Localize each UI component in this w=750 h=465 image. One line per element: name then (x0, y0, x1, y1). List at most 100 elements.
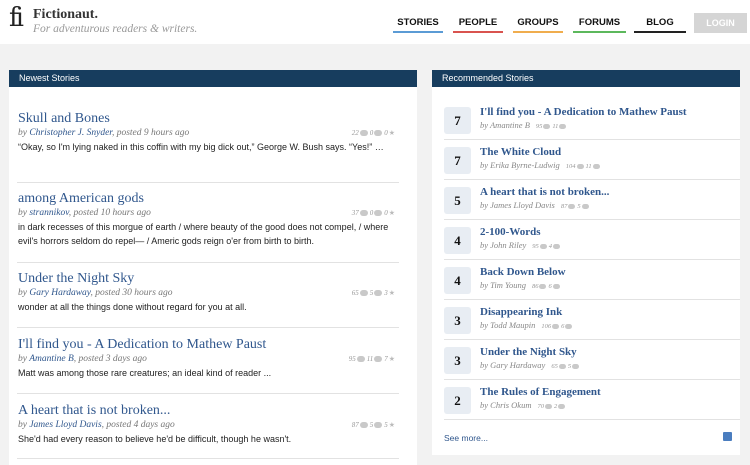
recommended-title[interactable]: 2-100-Words (480, 226, 541, 238)
reads-icon (539, 284, 547, 290)
nav-groups[interactable]: GROUPS (513, 17, 563, 33)
story-byline: by James Lloyd Davis, posted 4 days ago (18, 420, 175, 430)
story-stats: 95 11 7★ (348, 355, 395, 363)
story-item: Under the Night Sky by Gary Hardaway, po… (18, 271, 398, 314)
comments-icon (553, 244, 561, 250)
story-author-link[interactable]: strannikov (29, 208, 68, 218)
reads-icon (576, 164, 584, 170)
comments-icon (374, 290, 383, 297)
story-item: I'll find you - A Dedication to Mathew P… (18, 337, 398, 380)
reads-icon (359, 130, 368, 137)
reads-icon (543, 124, 551, 130)
recommended-divider (444, 179, 740, 180)
story-stats: 65 5 3★ (351, 289, 395, 297)
rank-badge: 7 (444, 147, 471, 174)
story-byline: by Gary Hardaway, posted 30 hours ago (18, 288, 173, 298)
rank-badge: 2 (444, 387, 471, 414)
story-title[interactable]: Skull and Bones (18, 111, 398, 127)
recommended-divider (444, 419, 740, 420)
reads-icon (544, 404, 552, 410)
recommended-divider (444, 139, 740, 140)
recommended-divider (444, 259, 740, 260)
story-item: among American gods by strannikov, poste… (18, 191, 398, 248)
reads-icon (552, 324, 560, 330)
recommended-panel: Recommended Stories 7 I'll find you - A … (432, 70, 740, 455)
nav-people[interactable]: PEOPLE (453, 17, 503, 33)
recommended-divider (444, 379, 740, 380)
rank-badge: 7 (444, 107, 471, 134)
site-name[interactable]: Fictionaut. (33, 7, 98, 23)
recommended-item: 4 Back Down Below by Tim Young 86 6 (444, 264, 740, 297)
login-button[interactable]: LOGIN (694, 13, 747, 33)
recommended-byline: by Amantine B 95 11 (480, 120, 568, 130)
comments-icon (572, 364, 580, 370)
story-divider (17, 262, 399, 263)
story-byline: by strannikov, posted 10 hours ago (18, 208, 151, 218)
comments-icon (374, 130, 383, 137)
reads-icon (539, 244, 547, 250)
story-stats: 87 5 5★ (351, 421, 395, 429)
story-excerpt: in dark recesses of this morgue of earth… (18, 222, 389, 246)
star-icon: ★ (388, 289, 395, 297)
nav-forums[interactable]: FORUMS (573, 17, 626, 33)
comments-icon (374, 210, 383, 217)
recommended-heading: Recommended Stories (432, 70, 740, 87)
recommended-byline: by Gary Hardaway 65 5 (480, 360, 581, 370)
star-icon: ★ (388, 421, 395, 429)
story-byline: by Amantine B, posted 3 days ago (18, 354, 147, 364)
recommended-title[interactable]: The White Cloud (480, 146, 561, 158)
story-excerpt: Matt was among those rare creatures; an … (18, 368, 272, 378)
reads-icon (558, 364, 566, 370)
story-divider (17, 393, 399, 394)
story-stats: 22 0 0★ (351, 129, 395, 137)
story-divider (17, 458, 399, 459)
recommended-divider (444, 219, 740, 220)
story-author-link[interactable]: Gary Hardaway (29, 288, 90, 298)
comments-icon (565, 324, 573, 330)
story-excerpt: She'd had every reason to believe he'd b… (18, 434, 292, 444)
story-excerpt: “Okay, so I'm lying naked in this coffin… (18, 142, 384, 152)
recommended-title[interactable]: Disappearing Ink (480, 306, 562, 318)
recommended-divider (444, 339, 740, 340)
recommended-item: 2 The Rules of Engagement by Chris Okum 7… (444, 384, 740, 417)
see-more-link[interactable]: See more... (444, 433, 488, 443)
recommended-item: 7 The White Cloud by Erika Byrne-Ludwig 1… (444, 144, 740, 177)
rank-badge: 4 (444, 267, 471, 294)
nav-stories[interactable]: STORIES (393, 17, 443, 33)
recommended-byline: by Todd Maupin 106 6 (480, 320, 574, 330)
story-author-link[interactable]: James Lloyd Davis (29, 420, 101, 430)
reads-icon (356, 356, 365, 363)
story-item: Skull and Bones by Christopher J. Snyder… (18, 111, 398, 154)
recommended-title[interactable]: Under the Night Sky (480, 346, 577, 358)
recommended-title[interactable]: A heart that is not broken... (480, 186, 609, 198)
newest-stories-panel: Newest Stories Skull and Bones by Christ… (9, 70, 417, 465)
story-excerpt: wonder at all the things done without re… (18, 302, 247, 312)
story-title[interactable]: I'll find you - A Dedication to Mathew P… (18, 337, 398, 353)
star-icon: ★ (388, 129, 395, 137)
site-logo[interactable]: fi (9, 3, 24, 33)
recommended-title[interactable]: The Rules of Engagement (480, 386, 601, 398)
comments-icon (552, 284, 560, 290)
recommended-title[interactable]: I'll find you - A Dedication to Mathew P… (480, 106, 687, 118)
story-author-link[interactable]: Christopher J. Snyder (29, 128, 112, 138)
story-divider (17, 327, 399, 328)
recommended-item: 4 2-100-Words by John Riley 95 4 (444, 224, 740, 257)
comments-icon (374, 356, 383, 363)
story-title[interactable]: Under the Night Sky (18, 271, 398, 287)
reads-icon (359, 422, 368, 429)
recommended-byline: by Chris Okum 70 2 (480, 400, 567, 410)
story-byline: by Christopher J. Snyder, posted 9 hours… (18, 128, 190, 138)
reads-icon (359, 210, 368, 217)
story-title[interactable]: among American gods (18, 191, 398, 207)
rank-badge: 4 (444, 227, 471, 254)
star-icon: ★ (388, 209, 395, 217)
recommended-item: 3 Under the Night Sky by Gary Hardaway 65… (444, 344, 740, 377)
nav-blog[interactable]: BLOG (634, 17, 686, 33)
recommended-title[interactable]: Back Down Below (480, 266, 566, 278)
story-author-link[interactable]: Amantine B (29, 354, 74, 364)
story-item: A heart that is not broken... by James L… (18, 403, 398, 446)
story-title[interactable]: A heart that is not broken... (18, 403, 398, 419)
recommended-item: 3 Disappearing Ink by Todd Maupin 106 6 (444, 304, 740, 337)
rss-icon[interactable] (723, 432, 732, 441)
story-stats: 37 0 0★ (351, 209, 395, 217)
